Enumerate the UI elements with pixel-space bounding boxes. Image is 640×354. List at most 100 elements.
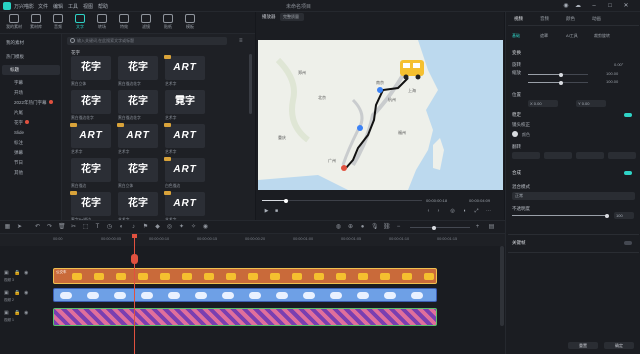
close-icon[interactable]: ✕ [622,2,630,10]
category-item[interactable]: 我的素材 [6,40,24,46]
text-template-thumb[interactable]: 花字 [71,192,111,216]
crop-icon[interactable]: ⬚ [82,224,89,231]
tab-color[interactable]: 颜色 [566,16,575,22]
fullscreen-icon[interactable]: ⤢ [474,209,479,214]
snap-icon[interactable]: ⊕ [347,224,354,231]
next-frame-icon[interactable]: › [436,209,441,214]
text-tool-icon[interactable]: T [94,224,101,231]
rotate-value[interactable]: 0.00° [614,62,623,67]
blend-mode-select[interactable]: 正常 [512,192,635,200]
ai-icon[interactable]: ✦ [178,224,185,231]
text-template-thumb[interactable]: 花字 [71,56,111,80]
tool-folder[interactable]: 我的素材 [4,14,24,32]
timeline-ruler[interactable]: 00:00 00:00:00:05 00:00:00:10 00:00:00:15 00… [0,234,505,246]
effects-tool-icon[interactable]: ✧ [190,224,197,231]
subtab-mask[interactable]: 遮罩 [540,32,548,40]
scale-y-slider[interactable] [528,80,588,85]
scrubber-knob[interactable] [284,198,288,203]
marker-icon[interactable]: ⚑ [142,224,149,231]
undo-icon[interactable]: ↶ [34,224,41,231]
zoom-knob[interactable] [432,225,436,230]
category-item[interactable]: 2022年热门字幕 [14,100,53,106]
text-template-thumb[interactable]: 霓字 [165,90,205,114]
play-icon[interactable]: ▶ [264,209,269,214]
snapshot-tool-icon[interactable]: ◉ [202,224,209,231]
preview-scrubber[interactable] [262,198,422,203]
lock-icon[interactable]: 🔒 [14,271,20,276]
prev-frame-icon[interactable]: ‹ [426,209,431,214]
flip-horizontal-button[interactable] [512,152,540,159]
menu-view[interactable]: 视图 [83,3,93,10]
link-icon[interactable]: ⛓ [383,224,391,231]
zoom-out-icon[interactable]: − [395,224,402,231]
menu-file[interactable]: 文件 [38,3,48,10]
record-icon[interactable]: ● [359,224,366,231]
color-swatch[interactable] [512,131,518,137]
grid-scrollbar[interactable] [249,54,252,114]
category-item[interactable]: 开场 [14,90,23,96]
layout-icon[interactable]: ▤ [488,224,495,231]
category-item[interactable]: 其他 [14,170,23,176]
search-input[interactable]: 输入关键词,在此搜索文字或标题 [67,37,227,45]
category-item[interactable]: 弹幕 [14,150,23,156]
playhead-marker[interactable] [132,234,137,238]
keyframe-icon[interactable]: ◆ [154,224,161,231]
snapshot-icon[interactable]: ◎ [450,209,455,214]
category-item[interactable]: 标题 [2,65,60,75]
tool-music[interactable]: 音频 [48,14,68,32]
stop-icon[interactable]: ■ [274,209,279,214]
menu-edit[interactable]: 编辑 [53,3,63,10]
delete-icon[interactable]: 🗑 [58,224,66,231]
eye-icon[interactable]: ◉ [24,311,29,316]
mic-icon[interactable]: 🎙 [371,224,379,231]
lock-icon[interactable]: 🔒 [14,311,20,316]
scale-y-value[interactable]: 100.00 [606,79,618,84]
eye-icon[interactable]: ◉ [24,271,29,276]
scale-x-value[interactable]: 100.00 [606,71,618,76]
color-tool-icon[interactable]: ◐ [118,224,125,231]
eye-icon[interactable]: ◉ [24,291,29,296]
audio-tool-icon[interactable]: ♪ [130,224,137,231]
player-tab[interactable]: 播放器 [262,14,276,20]
select-icon[interactable]: ➤ [16,224,23,231]
clip-bus[interactable]: 公交车 [53,268,437,284]
timeline-scrollbar[interactable] [500,246,504,326]
lock-icon[interactable]: 🔒 [14,291,20,296]
stabilize-toggle[interactable] [624,113,632,117]
scale-x-slider[interactable] [528,72,588,77]
cloud-icon[interactable]: ☁ [574,2,582,10]
keyframe-toggle[interactable] [624,241,632,245]
category-item[interactable]: Slide [14,130,24,135]
reset-button[interactable]: 重置 [568,342,598,349]
flip-vertical-button[interactable] [544,152,572,159]
grid-icon[interactable]: ▦ [4,224,11,231]
more-icon[interactable]: ⋯ [486,209,491,214]
subtab-basic[interactable]: 基础 [512,32,520,40]
filter-icon[interactable]: ≡ [239,37,247,45]
playhead-handle[interactable] [131,254,138,264]
category-item[interactable]: 标注 [14,140,23,146]
position-x-field[interactable]: X 0.00 [528,100,558,107]
text-template-thumb[interactable]: 花字 [118,90,158,114]
subtab-ai[interactable]: AI工具 [566,32,578,40]
tool-text[interactable]: 文字 [70,14,90,32]
text-template-thumb[interactable]: ART [165,192,205,216]
minimize-icon[interactable]: – [590,2,598,10]
clip-background[interactable] [53,308,437,326]
split-icon[interactable]: ✂ [70,224,77,231]
render-icon[interactable]: ◍ [335,224,342,231]
category-item[interactable]: 节日 [14,160,23,166]
rotate-cw-button[interactable] [576,152,604,159]
text-template-thumb[interactable]: 花字 [118,56,158,80]
maximize-icon[interactable]: □ [606,2,614,10]
category-item[interactable]: 片尾 [14,110,23,116]
opacity-knob[interactable] [605,213,609,218]
text-template-thumb[interactable]: ART [165,124,205,148]
tool-effects[interactable]: 特效 [114,14,134,32]
scale-x-knob[interactable] [559,72,563,77]
ok-button[interactable]: 确定 [604,342,634,349]
menu-tools[interactable]: 工具 [68,3,78,10]
redo-icon[interactable]: ↷ [46,224,53,231]
tool-template[interactable]: 模板 [180,14,200,32]
composite-toggle[interactable] [624,171,632,175]
